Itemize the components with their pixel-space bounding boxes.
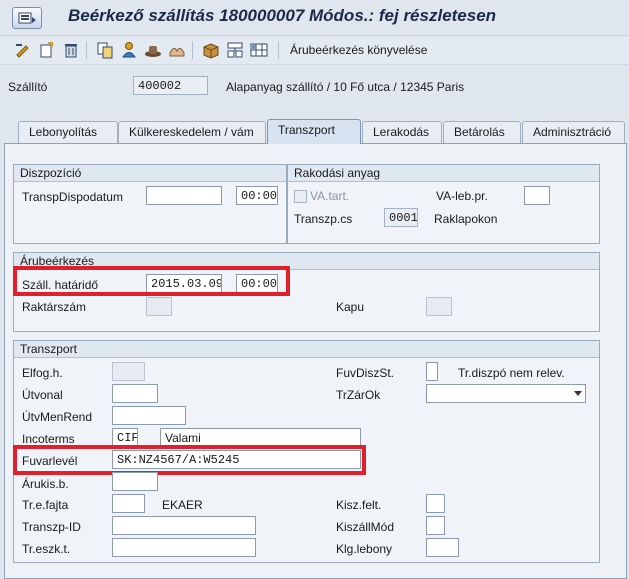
dispo-time-field[interactable]: 00:00 [236, 186, 278, 205]
fuvdiszst-label: FuvDiszSt. [336, 366, 395, 380]
hands-icon[interactable] [168, 41, 186, 59]
warehouse-label: Raktárszám [22, 300, 87, 314]
trzarok-label: TrZárOk [336, 388, 381, 402]
title-bar: Beérkező szállítás 180000007 Módos.: fej… [0, 0, 629, 36]
utvonal-field[interactable] [112, 384, 158, 403]
va-leb-label: VA-leb.pr. [436, 189, 488, 203]
arukis-field[interactable] [112, 472, 158, 491]
transzp-cs-label: Transzp.cs [294, 212, 353, 226]
dispo-date-field[interactable] [146, 186, 222, 205]
incoterms-label: Incoterms [22, 432, 75, 446]
gate-label: Kapu [336, 300, 365, 314]
transport-group-title: Transzport [14, 341, 599, 358]
fuvarlevel-highlight [13, 445, 366, 475]
tr-eszk-label: Tr.eszk.t. [22, 542, 71, 556]
transzp-cs-field[interactable]: 0001 [384, 208, 418, 227]
grid-icon[interactable] [250, 41, 268, 59]
deadline-highlight [13, 266, 290, 296]
create-icon[interactable] [38, 41, 56, 59]
hat-icon[interactable] [144, 41, 162, 59]
tab-kulkereskedelem[interactable]: Külkereskedelem / vám [118, 121, 266, 143]
delete-icon[interactable] [62, 41, 80, 59]
vendor-field[interactable]: 400002 [133, 76, 208, 95]
document-flow-icon[interactable] [226, 41, 244, 59]
page-title: Beérkező szállítás 180000007 Módos.: fej… [68, 6, 497, 25]
warehouse-field[interactable] [146, 297, 172, 316]
kisz-felt-label: Kisz.felt. [336, 498, 382, 512]
loading-material-group: Rakodási anyag [287, 164, 600, 244]
change-display-icon[interactable] [14, 41, 32, 59]
loading-group-title: Rakodási anyag [288, 165, 599, 182]
ekaer-label: EKAER [162, 498, 203, 512]
fuvdiszst-field[interactable] [426, 362, 438, 381]
dispo-group-title: Diszpozíció [14, 165, 286, 182]
klg-lebony-field[interactable] [426, 538, 459, 557]
kiszallmod-label: KiszállMód [336, 520, 395, 534]
va-tart-label: VA.tart. [310, 189, 350, 203]
utvmenrend-field[interactable] [112, 406, 186, 425]
elfog-label: Elfog.h. [22, 366, 63, 380]
tab-betarolas[interactable]: Betárolás [443, 121, 521, 143]
post-goods-receipt-button[interactable]: Árubeérkezés könyvelése [290, 43, 427, 57]
menu-icon[interactable] [12, 7, 42, 29]
transzp-id-label: Transzp-ID [22, 520, 81, 534]
tre-fajta-field[interactable] [112, 494, 145, 513]
transzp-cs-description: Raklapokon [434, 212, 498, 226]
transzp-id-field[interactable] [112, 516, 256, 535]
klg-lebony-label: Klg.lebony [336, 542, 393, 556]
arukis-label: Árukis.b. [22, 477, 69, 491]
dispo-date-label: TranspDispodatum [22, 190, 123, 204]
tab-adminisztracio[interactable]: Adminisztráció [522, 121, 625, 143]
kisz-felt-field[interactable] [426, 494, 445, 513]
partner-icon[interactable] [120, 41, 138, 59]
utvmenrend-label: ÚtvMenRend [22, 410, 93, 424]
elfog-field[interactable] [112, 362, 145, 381]
tre-fajta-label: Tr.e.fajta [22, 498, 69, 512]
utvonal-label: Útvonal [22, 388, 63, 402]
tab-lebonyolitas[interactable]: Lebonyolítás [18, 121, 118, 143]
package-icon[interactable] [202, 41, 220, 59]
tab-transzport[interactable]: Transzport [267, 119, 361, 144]
chevron-down-icon[interactable] [574, 391, 582, 396]
application-toolbar: Árubeérkezés könyvelése [0, 37, 629, 65]
copy-icon[interactable] [96, 41, 114, 59]
va-tart-checkbox[interactable] [294, 190, 307, 203]
tr-eszk-field[interactable] [112, 538, 256, 557]
trzarok-dropdown[interactable] [426, 384, 586, 403]
va-leb-field[interactable] [524, 186, 550, 205]
vendor-label: Szállító [8, 80, 48, 94]
tr-dispo-label: Tr.diszpó nem relev. [458, 366, 565, 380]
kiszallmod-field[interactable] [426, 516, 445, 535]
vendor-description: Alapanyag szállító / 10 Fő utca / 12345 … [226, 80, 465, 94]
gate-field[interactable] [426, 297, 452, 316]
tab-lerakodas[interactable]: Lerakodás [362, 121, 442, 143]
